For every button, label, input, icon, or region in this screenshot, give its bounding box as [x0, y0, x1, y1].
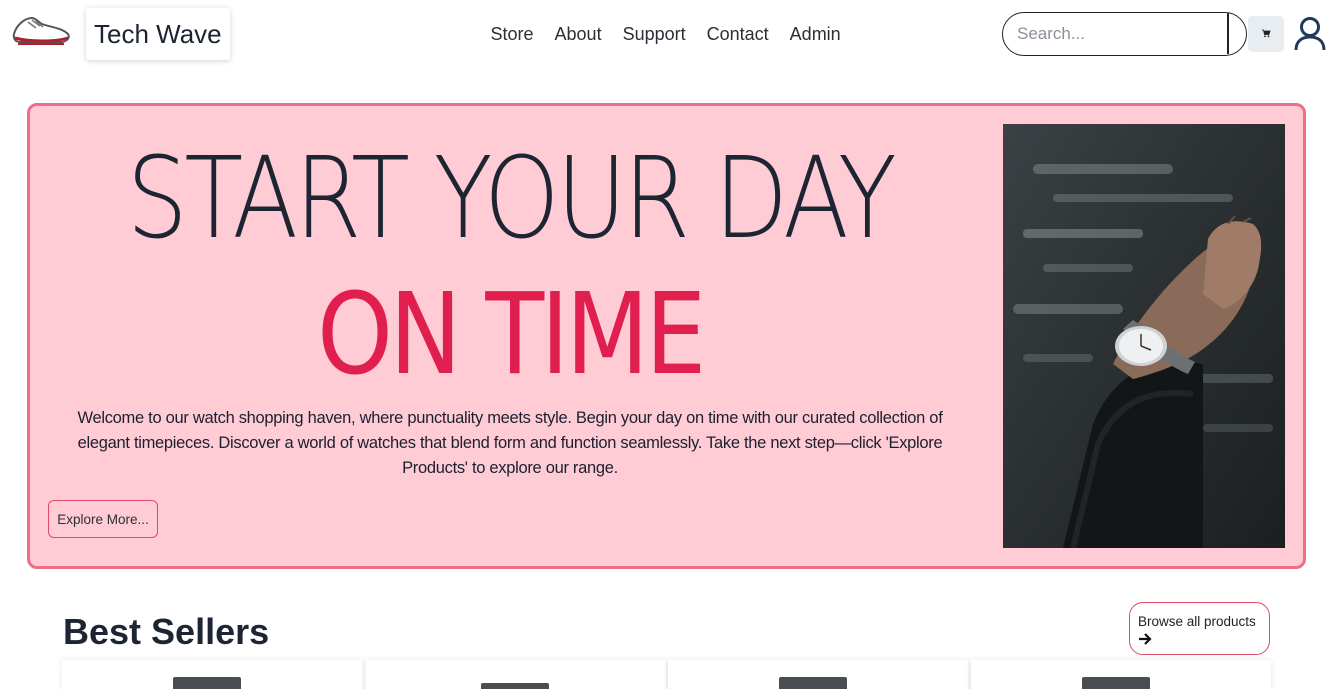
nav-link-about[interactable]: About: [544, 22, 612, 46]
browse-all-products-label: Browse all products: [1138, 614, 1256, 629]
product-image: [779, 677, 847, 689]
search-box: [1002, 12, 1247, 56]
nav-link-support[interactable]: Support: [612, 22, 696, 46]
nav-links: Store About Support Contact Admin: [480, 22, 851, 46]
hero-description: Welcome to our watch shopping haven, whe…: [77, 409, 943, 477]
nav-link-contact[interactable]: Contact: [696, 22, 779, 46]
hero-headline-line2: ON TIME: [317, 270, 706, 400]
search-divider: [1227, 13, 1229, 54]
product-image: [173, 677, 241, 689]
sneaker-logo-icon[interactable]: [10, 12, 72, 48]
product-card[interactable]: [668, 660, 968, 689]
product-card[interactable]: [366, 660, 666, 689]
explore-more-button[interactable]: Explore More...: [48, 500, 158, 538]
hero-watch-image: [1003, 124, 1285, 548]
hero-headline-line1: START YOUR DAY: [126, 134, 897, 264]
brand-name[interactable]: Tech Wave: [86, 8, 230, 60]
nav-link-store[interactable]: Store: [480, 22, 544, 46]
browse-all-products-button[interactable]: Browse all products: [1129, 602, 1270, 655]
product-image: [1082, 677, 1150, 689]
arrow-right-icon: [1138, 632, 1152, 646]
user-icon[interactable]: [1293, 16, 1327, 52]
product-image: [481, 683, 549, 689]
cart-icon: [1261, 25, 1271, 43]
product-card[interactable]: [62, 660, 362, 689]
cart-button[interactable]: [1248, 16, 1284, 52]
hero-banner: START YOUR DAY ON TIME Welcome to our wa…: [27, 103, 1306, 569]
product-card[interactable]: [971, 660, 1271, 689]
nav-link-admin[interactable]: Admin: [779, 22, 851, 46]
navbar: Tech Wave Store About Support Contact Ad…: [0, 0, 1337, 70]
best-sellers-title: Best Sellers: [63, 611, 270, 652]
search-input[interactable]: [1003, 13, 1229, 54]
